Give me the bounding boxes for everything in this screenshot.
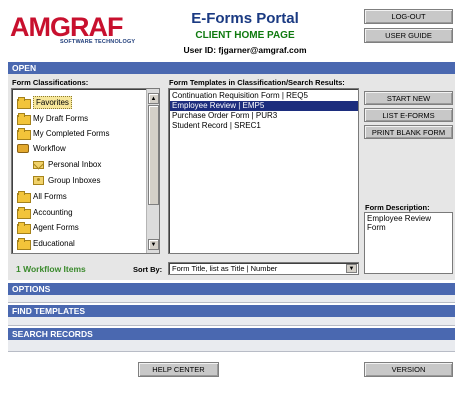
template-row-pur3[interactable]: Purchase Order Form | PUR3: [170, 111, 358, 121]
logo-text: AMGRAF: [10, 12, 123, 42]
tree-item-personal-inbox[interactable]: Personal Inbox: [33, 157, 101, 172]
classifications-label: Form Classifications:: [12, 78, 89, 87]
tree-item-educational[interactable]: Educational: [17, 236, 75, 251]
sort-by-label: Sort By:: [133, 265, 163, 274]
classifications-tree[interactable]: Favorites My Draft Forms My Completed Fo…: [11, 88, 160, 254]
version-button[interactable]: VERSION: [364, 362, 453, 377]
portal-title: E-Forms Portal: [191, 10, 299, 27]
options-panel: [8, 295, 455, 303]
folder-icon: [17, 222, 31, 234]
folder-icon: [17, 191, 31, 203]
sort-by-select[interactable]: Form Title, list as Title | Number ▼: [168, 262, 359, 275]
chevron-down-icon[interactable]: ▼: [346, 264, 357, 273]
tree-item-label: Workflow: [33, 144, 66, 153]
tree-item-favorites[interactable]: Favorites: [17, 95, 72, 110]
list-eforms-button[interactable]: LIST E-FORMS: [364, 108, 453, 122]
template-row-emp5[interactable]: Employee Review | EMP5: [170, 101, 358, 111]
tree-item-all-forms[interactable]: All Forms: [17, 189, 67, 204]
template-row-req5[interactable]: Continuation Requisition Form | REQ5: [170, 91, 358, 101]
logo-subtext: SOFTWARE TECHNOLOGY: [60, 39, 136, 45]
scroll-down-icon[interactable]: ▼: [148, 239, 159, 250]
tree-item-my-completed-forms[interactable]: My Completed Forms: [17, 126, 109, 141]
find-templates-section-label[interactable]: FIND TEMPLATES: [8, 305, 104, 317]
tree-item-label: Educational: [33, 239, 75, 248]
tree-item-my-draft-forms[interactable]: My Draft Forms: [17, 111, 88, 126]
workflow-icon: [17, 144, 29, 153]
templates-list[interactable]: Continuation Requisition Form | REQ5 Emp…: [168, 88, 359, 254]
workflow-items-count[interactable]: 1 Workflow Items: [16, 264, 86, 274]
folder-icon: [17, 128, 31, 140]
portal-subtitle: CLIENT HOME PAGE: [195, 30, 295, 41]
group-inbox-icon: [33, 176, 44, 185]
scroll-thumb[interactable]: [148, 105, 159, 205]
tree-item-label: Group Inboxes: [48, 176, 101, 185]
folder-icon: [17, 207, 31, 219]
tree-item-label: Accounting: [33, 208, 73, 217]
user-id: User ID: fjgarner@amgraf.com: [183, 45, 307, 55]
template-row-srec1[interactable]: Student Record | SREC1: [170, 121, 358, 131]
search-records-panel: [8, 340, 455, 352]
tree-item-label: Personal Inbox: [48, 160, 102, 169]
sort-by-value: Form Title, list as Title | Number: [172, 264, 278, 273]
tree-item-label: My Completed Forms: [33, 129, 110, 138]
options-section-label[interactable]: OPTIONS: [8, 283, 104, 295]
tree-item-label: My Draft Forms: [33, 114, 89, 123]
find-templates-panel: [8, 317, 455, 326]
envelope-icon: [33, 160, 44, 169]
tree-item-group-inboxes[interactable]: Group Inboxes: [33, 173, 100, 188]
folder-icon: [17, 113, 31, 125]
tree-item-agent-forms[interactable]: Agent Forms: [17, 220, 79, 235]
amgraf-logo: AMGRAF SOFTWARE TECHNOLOGY: [10, 14, 136, 48]
folder-icon: [17, 238, 31, 250]
tree-item-label: Favorites: [33, 96, 72, 109]
folder-icon: [17, 97, 31, 109]
search-records-section-label[interactable]: SEARCH RECORDS: [8, 328, 104, 340]
start-new-button[interactable]: START NEW: [364, 91, 453, 105]
help-center-button[interactable]: HELP CENTER: [138, 362, 219, 377]
logout-button[interactable]: LOG-OUT: [364, 9, 453, 24]
scroll-up-icon[interactable]: ▲: [148, 93, 159, 104]
open-section-bar: [8, 62, 455, 74]
form-description-text: Employee Review Form: [367, 214, 432, 232]
templates-label: Form Templates in Classification/Search …: [169, 78, 345, 87]
tree-item-accounting[interactable]: Accounting: [17, 205, 73, 220]
open-section-label[interactable]: OPEN: [8, 62, 58, 74]
form-description-label: Form Description:: [365, 203, 430, 212]
print-blank-form-button[interactable]: PRINT BLANK FORM: [364, 125, 453, 139]
user-guide-button[interactable]: USER GUIDE: [364, 28, 453, 43]
tree-item-workflow[interactable]: Workflow: [17, 141, 66, 156]
tree-item-label: All Forms: [33, 192, 67, 201]
tree-scrollbar[interactable]: ▲ ▼: [146, 89, 159, 253]
form-description-box: Employee Review Form: [364, 212, 453, 274]
tree-item-label: Agent Forms: [33, 223, 79, 232]
